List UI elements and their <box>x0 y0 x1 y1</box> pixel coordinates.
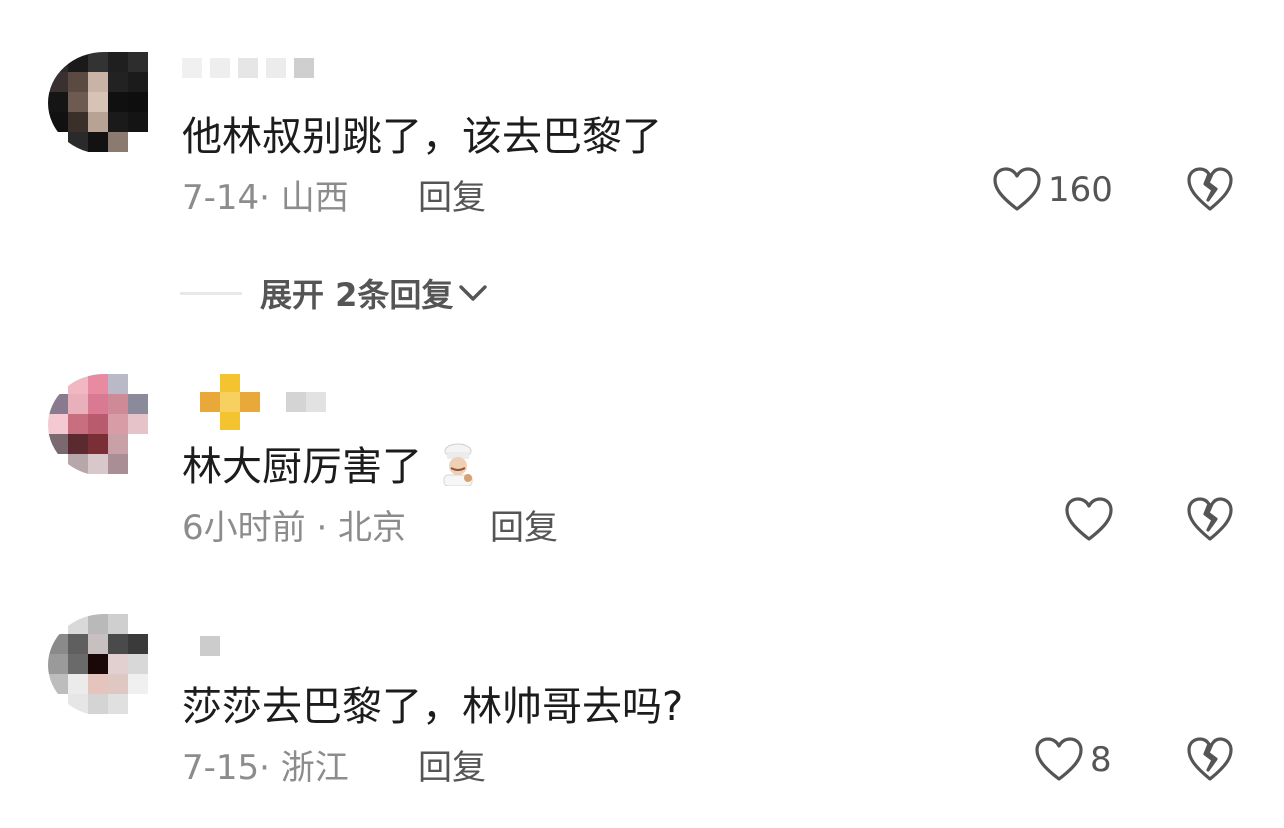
dislike-button[interactable] <box>1186 496 1234 548</box>
dislike-button[interactable] <box>1186 736 1234 788</box>
reply-button[interactable]: 回复 <box>418 740 486 789</box>
avatar[interactable] <box>48 374 160 476</box>
avatar[interactable] <box>48 614 160 716</box>
dislike-button[interactable] <box>1186 166 1234 218</box>
like-count: 8 <box>1090 740 1112 780</box>
broken-heart-icon <box>1187 737 1233 781</box>
comment-text: 林大厨厉害了 <box>182 434 480 492</box>
expand-replies-label: 展开 2条回复 <box>260 276 454 314</box>
heart-outline-icon <box>1065 497 1113 541</box>
like-button[interactable] <box>1064 496 1120 544</box>
badge-icon <box>200 374 260 430</box>
username-redacted[interactable] <box>200 634 220 658</box>
username-redacted[interactable] <box>182 56 314 80</box>
username-redacted[interactable] <box>198 374 326 430</box>
expand-replies-button[interactable]: 展开 2条回复 <box>180 270 489 316</box>
comment-meta: 6小时前 · 北京 <box>182 508 407 548</box>
avatar[interactable] <box>48 52 160 154</box>
divider <box>180 291 242 295</box>
comment-meta: 7-14· 山西 <box>182 178 349 218</box>
broken-heart-icon <box>1187 167 1233 211</box>
broken-heart-icon <box>1187 497 1233 541</box>
reply-button[interactable]: 回复 <box>418 170 486 219</box>
heart-outline-icon <box>993 167 1041 211</box>
heart-outline-icon <box>1035 737 1083 781</box>
comment-text: 他林叔别跳了，该去巴黎了 <box>182 114 662 160</box>
reply-button[interactable]: 回复 <box>490 500 558 549</box>
comment-meta: 7-15· 浙江 <box>182 748 349 788</box>
comment-text-content: 林大厨厉害了 <box>182 444 422 490</box>
like-button[interactable]: 160 <box>992 166 1113 214</box>
like-count: 160 <box>1048 170 1113 210</box>
like-button[interactable]: 8 <box>1034 736 1112 784</box>
chevron-down-icon <box>459 285 488 301</box>
chef-emoji-icon <box>436 442 480 487</box>
comment-text: 莎莎去巴黎了，林帅哥去吗? <box>182 684 684 730</box>
